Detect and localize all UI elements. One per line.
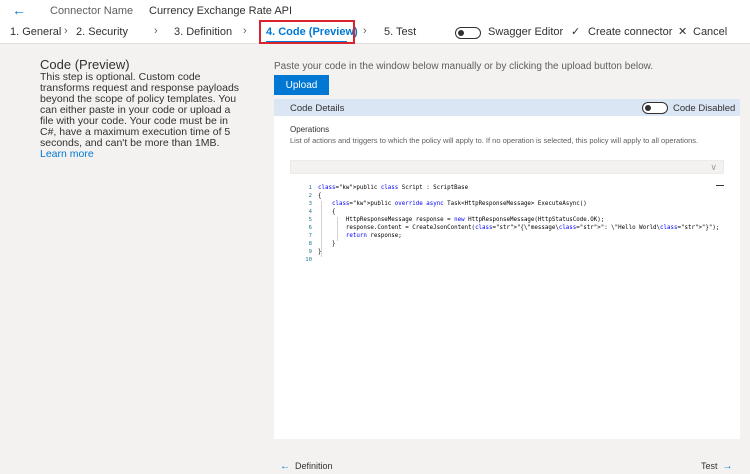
chevron-right-icon: ›: [363, 25, 367, 37]
code-line: HttpResponseMessage response = new HttpR…: [318, 217, 605, 223]
steps-bar: 1. General › 2. Security › 3. Definition…: [0, 22, 750, 44]
learn-more-link[interactable]: Learn more: [40, 148, 94, 160]
line-number: 6: [308, 225, 312, 231]
editor-scroll-indicator: [716, 185, 724, 186]
cancel-button[interactable]: Cancel: [693, 26, 727, 38]
code-details-header: Code Details Code Disabled: [274, 99, 740, 116]
page-title: Code (Preview): [40, 57, 130, 72]
page-description: This step is optional. Custom code trans…: [40, 72, 240, 160]
tab-security[interactable]: 2. Security: [76, 26, 128, 38]
line-number: 10: [305, 257, 312, 263]
next-button-label: Test: [701, 461, 718, 471]
code-line: response.Content = CreateJsonContent(cla…: [318, 225, 720, 231]
line-number: 7: [308, 233, 312, 239]
create-connector-button[interactable]: Create connector: [588, 26, 672, 38]
code-editor[interactable]: 1 2 3 4 5 6 7 8 9 10 class="kw">public c…: [290, 185, 724, 355]
code-line: {: [318, 193, 322, 199]
line-number: 3: [308, 201, 312, 207]
code-line: }: [318, 249, 322, 255]
chevron-down-icon: ∨: [710, 162, 717, 172]
check-icon: ✓: [571, 26, 581, 38]
code-enabled-toggle[interactable]: [642, 102, 668, 114]
code-line: class="kw">public override async Task<Ht…: [331, 201, 587, 207]
code-line: {: [318, 209, 336, 215]
line-number: 1: [308, 185, 312, 191]
arrow-left-icon: ←: [280, 461, 290, 472]
swagger-editor-toggle[interactable]: [455, 27, 481, 39]
code-line: return response;: [345, 233, 402, 239]
line-number: 9: [308, 249, 312, 255]
line-number: 2: [308, 193, 312, 199]
code-toggle-label: Code Disabled: [673, 103, 736, 114]
code-line: class="kw">public class Script : ScriptB…: [318, 185, 469, 191]
upload-button[interactable]: Upload: [274, 75, 329, 95]
back-arrow-icon[interactable]: ←: [12, 3, 28, 17]
line-number: 4: [308, 209, 312, 215]
connector-name-input[interactable]: Currency Exchange Rate API: [149, 5, 292, 17]
paste-hint-text: Paste your code in the window below manu…: [274, 61, 654, 72]
back-definition-button[interactable]: ← Definition: [280, 461, 333, 472]
operations-label: Operations: [290, 125, 330, 134]
tab-test[interactable]: 5. Test: [384, 26, 416, 38]
code-details-panel: Code Details Code Disabled Operations Li…: [274, 99, 740, 439]
description-text: This step is optional. Custom code trans…: [40, 71, 240, 149]
next-test-button[interactable]: Test →: [701, 461, 733, 472]
line-number: 5: [308, 217, 312, 223]
tab-general[interactable]: 1. General: [10, 26, 61, 38]
code-line: }: [318, 241, 336, 247]
connector-name-label: Connector Name: [50, 5, 134, 17]
close-icon: ✕: [678, 26, 688, 38]
line-number: 8: [308, 241, 312, 247]
operations-description: List of actions and triggers to which th…: [290, 136, 699, 145]
back-button-label: Definition: [295, 461, 333, 471]
operations-dropdown[interactable]: ∨: [290, 160, 724, 174]
swagger-editor-label: Swagger Editor: [488, 26, 564, 38]
highlight-annotation-box: [259, 20, 355, 44]
chevron-right-icon: ›: [64, 25, 68, 37]
tab-definition[interactable]: 3. Definition: [174, 26, 232, 38]
chevron-right-icon: ›: [243, 25, 247, 37]
arrow-right-icon: →: [722, 461, 733, 472]
chevron-right-icon: ›: [154, 25, 158, 37]
header-bar: ← Connector Name Currency Exchange Rate …: [0, 0, 750, 22]
code-details-title: Code Details: [290, 103, 345, 114]
